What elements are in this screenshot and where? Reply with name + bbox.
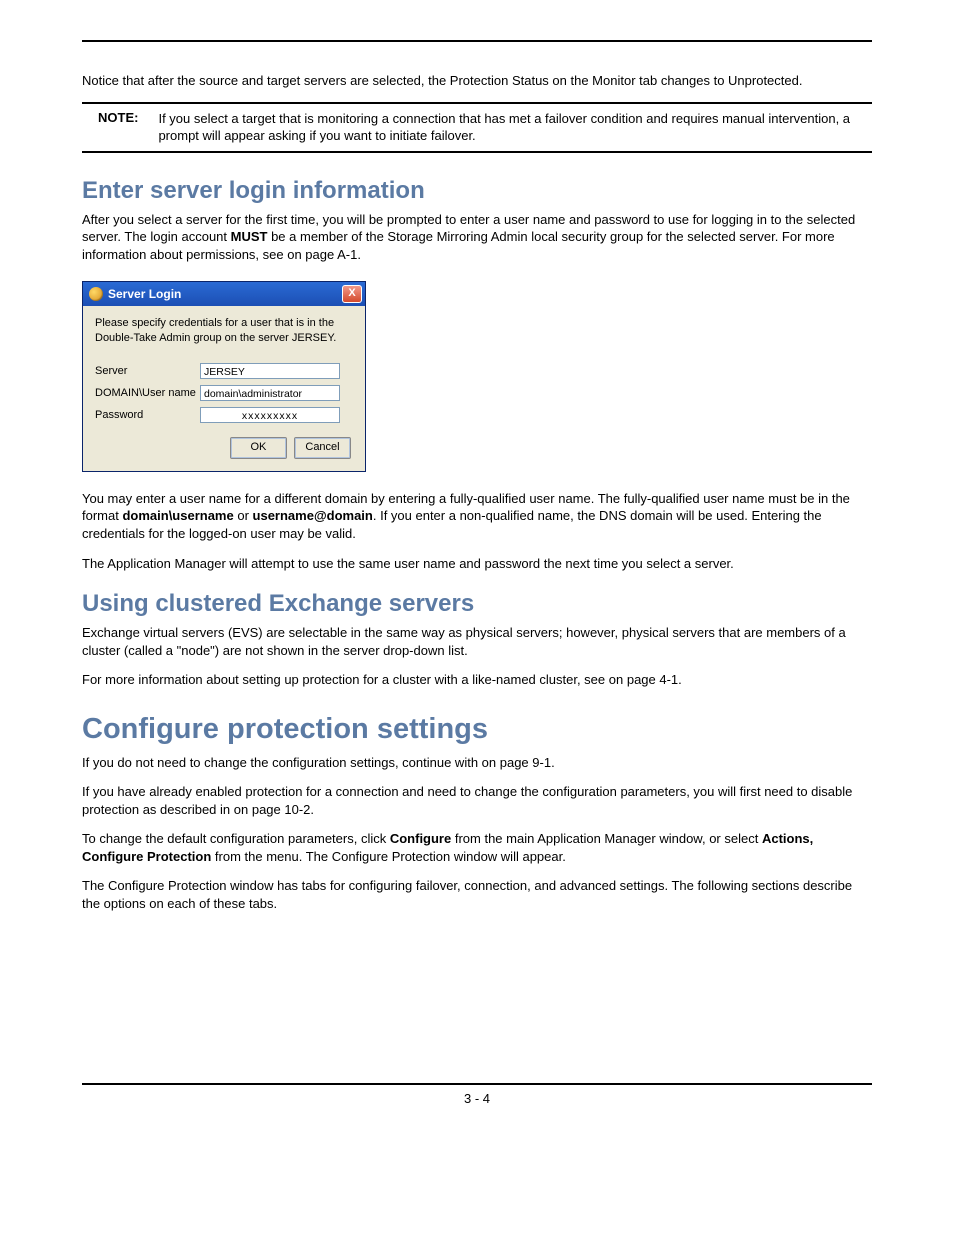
app-icon: [89, 287, 103, 301]
heading-configure-protection: Configure protection settings: [82, 713, 872, 746]
text-span: on page A-1.: [287, 247, 361, 262]
note-label: NOTE:: [82, 108, 158, 147]
intro-text: Notice that after the source and target …: [82, 72, 872, 90]
ok-button[interactable]: OK: [230, 437, 287, 459]
section3-para2: If you have already enabled protection f…: [82, 783, 872, 818]
after-dialog-para1: You may enter a user name for a differen…: [82, 490, 872, 543]
section3-para1: If you do not need to change the configu…: [82, 754, 872, 772]
section3-para4: The Configure Protection window has tabs…: [82, 877, 872, 912]
server-value: JERSEY: [200, 363, 340, 379]
note-box: NOTE: If you select a target that is mon…: [82, 102, 872, 153]
text-span: on page 10-2.: [234, 802, 314, 817]
text-span: or: [234, 508, 253, 523]
server-login-dialog: Server Login X Please specify credential…: [82, 281, 366, 472]
username-label: DOMAIN\User name: [95, 387, 200, 399]
dialog-title: Server Login: [108, 287, 181, 301]
heading-enter-server-login: Enter server login information: [82, 177, 872, 205]
page-footer: 3 - 4: [82, 1083, 872, 1106]
close-icon[interactable]: X: [342, 285, 362, 303]
top-rule: [82, 40, 872, 42]
server-login-dialog-figure: Server Login X Please specify credential…: [82, 281, 872, 472]
must-bold: MUST: [231, 229, 268, 244]
dialog-instruction: Please specify credentials for a user th…: [95, 316, 353, 345]
note-text: If you select a target that is monitorin…: [158, 108, 872, 147]
after-dialog-para2: The Application Manager will attempt to …: [82, 555, 872, 573]
text-span: For more information about setting up pr…: [82, 672, 609, 687]
format-bold: username@domain: [253, 508, 373, 523]
username-input[interactable]: domain\administrator: [200, 385, 340, 401]
text-span: If you do not need to change the configu…: [82, 755, 482, 770]
dialog-titlebar: Server Login X: [83, 282, 365, 306]
text-span: If you have already enabled protection f…: [82, 784, 852, 817]
text-span: from the menu. The Configure Protection …: [211, 849, 566, 864]
server-label: Server: [95, 365, 200, 377]
format-bold: domain\username: [122, 508, 233, 523]
text-span: on page 4-1.: [609, 672, 682, 687]
cancel-button[interactable]: Cancel: [294, 437, 351, 459]
page-number: 3 - 4: [464, 1091, 490, 1106]
text-span: on page 9-1.: [482, 755, 555, 770]
text-span: from the main Application Manager window…: [451, 831, 762, 846]
configure-bold: Configure: [390, 831, 451, 846]
text-span: To change the default configuration para…: [82, 831, 390, 846]
section1-para1: After you select a server for the first …: [82, 211, 872, 264]
section2-para2: For more information about setting up pr…: [82, 671, 872, 689]
section3-para3: To change the default configuration para…: [82, 830, 872, 865]
section2-para1: Exchange virtual servers (EVS) are selec…: [82, 624, 872, 659]
heading-clustered-exchange: Using clustered Exchange servers: [82, 590, 872, 618]
password-input[interactable]: xxxxxxxxx: [200, 407, 340, 423]
password-label: Password: [95, 409, 200, 421]
